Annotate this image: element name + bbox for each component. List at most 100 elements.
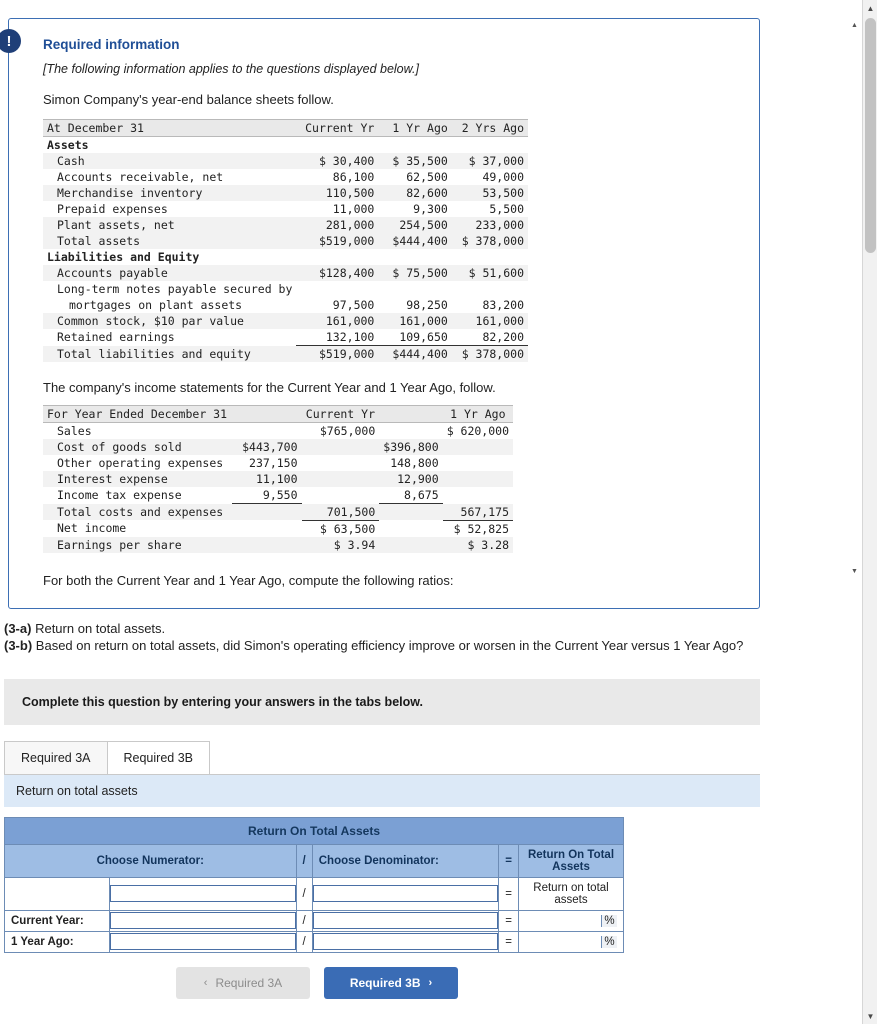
bs-row-v1: 161,000 <box>296 313 379 329</box>
scroll-up-icon[interactable]: ▲ <box>863 0 877 16</box>
scrollbar-thumb[interactable] <box>865 18 876 253</box>
header-return-on-total-assets: Return On Total Assets <box>518 843 624 878</box>
denominator-input-1-year-ago[interactable] <box>312 933 499 950</box>
bs-row-label: Total liabilities and equity <box>43 345 297 362</box>
is-row-a <box>232 536 302 553</box>
result-label-cell: Return on total assets <box>518 876 624 911</box>
table-row: Income tax expense 9,550 8,675 <box>43 487 513 504</box>
is-row-c: 12,900 <box>379 471 443 487</box>
bs-header-1: Current Yr <box>296 119 379 137</box>
numerator-input-1-year-ago[interactable] <box>110 933 296 950</box>
header-slash: / <box>295 843 313 878</box>
chevron-left-icon: ‹ <box>203 976 208 989</box>
result-cell-current-year[interactable]: % <box>518 909 624 932</box>
bs-row-v3: 5,500 <box>489 202 524 216</box>
answer-grid-wrapper: Return On Total Assets Choose Numerator:… <box>4 816 862 953</box>
bs-row-v3: 233,000 <box>451 217 528 233</box>
answer-table-subheader-row: / = Return on total assets <box>4 876 624 911</box>
numerator-input-current-year[interactable] <box>110 912 296 929</box>
result-cell-1-year-ago[interactable]: % <box>518 930 624 953</box>
is-header-2: 1 Yr Ago <box>442 405 513 423</box>
slash-cell-1-year-ago: / <box>295 930 313 953</box>
table-row: Merchandise inventory 110,500 82,600 53,… <box>43 185 528 201</box>
numerator-cell-1-year-ago[interactable] <box>109 930 297 953</box>
inner-panel-scrollbar[interactable]: ▲ ▼ <box>848 18 861 578</box>
is-row-d: $ 52,825 <box>453 521 509 536</box>
next-requirement-button[interactable]: Required 3B › <box>324 966 458 999</box>
is-row-c <box>379 503 443 520</box>
table-row: Earnings per share $ 3.94 $ 3.28 <box>43 536 513 553</box>
tab-required-3b[interactable]: Required 3B <box>106 740 210 774</box>
bs-row-v3 <box>452 137 528 154</box>
bs-row-v1: $519,000 <box>296 233 379 249</box>
bs-row-v3: 53,500 <box>451 185 528 201</box>
is-header-1: Current Yr <box>301 405 380 423</box>
bs-row-v2: 62,500 <box>406 170 448 184</box>
bs-row-label: Accounts payable <box>43 265 297 281</box>
inner-scroll-down-icon[interactable]: ▼ <box>848 564 861 578</box>
table-row: Cost of goods sold $443,700 $396,800 <box>43 439 513 455</box>
slash-cell-current-year: / <box>295 909 313 932</box>
bs-row-v1: $128,400 <box>296 265 379 281</box>
bs-row-label: Liabilities and Equity <box>47 250 200 264</box>
bs-row-v2: 82,600 <box>378 185 452 201</box>
bs-row-v3 <box>452 249 528 265</box>
balance-sheet-intro: Simon Company's year-end balance sheets … <box>43 92 334 107</box>
header-equals: = <box>498 843 519 878</box>
answer-table-title-row: Return On Total Assets <box>4 816 624 845</box>
required-information-subtitle: [The following information applies to th… <box>43 62 419 76</box>
is-row-c <box>379 520 442 537</box>
scroll-down-icon[interactable]: ▼ <box>863 1008 877 1024</box>
is-row-b: $ 3.94 <box>301 536 380 553</box>
is-row-b <box>302 487 380 504</box>
denominator-input-top[interactable] <box>312 885 499 902</box>
is-row-b <box>301 471 380 487</box>
table-row: Prepaid expenses 11,000 9,300 5,500 <box>43 201 528 217</box>
is-row-c <box>379 536 443 553</box>
bs-row-label: Assets <box>47 138 89 152</box>
required-information-title: Required information <box>43 37 180 52</box>
previous-requirement-button[interactable]: ‹ Required 3A <box>176 966 310 999</box>
numerator-input-top[interactable] <box>110 885 296 902</box>
bs-row-v2: $ 35,500 <box>378 153 452 169</box>
numerator-cell-current-year[interactable] <box>109 909 297 932</box>
is-row-a: $443,700 <box>232 439 302 455</box>
table-row: Assets <box>43 137 528 154</box>
denominator-input-current-year[interactable] <box>312 912 499 929</box>
inner-scroll-up-icon[interactable]: ▲ <box>848 18 861 32</box>
previous-requirement-label: Required 3A <box>215 975 283 990</box>
bs-row-v3: $ 37,000 <box>451 153 528 169</box>
table-row: Interest expense 11,100 12,900 <box>43 471 513 487</box>
bs-row-v2 <box>378 137 451 154</box>
page-content: ! Required information [The following in… <box>0 0 862 999</box>
header-choose-denominator: Choose Denominator: <box>311 843 500 878</box>
bs-row-v1: 97,500 <box>332 298 375 312</box>
table-row: Retained earnings 132,100 109,650 82,200 <box>43 329 528 346</box>
window-scrollbar[interactable]: ▲ ▼ <box>862 0 877 1024</box>
bs-row-v2: 98,250 <box>406 298 448 312</box>
bs-row-v2: 254,500 <box>378 217 452 233</box>
denominator-cell-current-year[interactable] <box>311 909 500 932</box>
table-row: Total assets $519,000 $444,400 $ 378,000 <box>43 233 528 249</box>
bs-row-v3: $ 378,000 <box>451 233 528 249</box>
is-row-a: 9,550 <box>232 487 302 504</box>
percent-sign-current-year: % <box>601 914 617 927</box>
bs-row-v2: $444,400 <box>378 233 452 249</box>
bs-row-label: Accounts receivable, net <box>57 170 224 184</box>
tab-subtitle-bar: Return on total assets <box>4 774 760 807</box>
denominator-dropdown-top[interactable] <box>311 876 500 911</box>
next-requirement-label: Required 3B <box>349 975 421 990</box>
table-row: Common stock, $10 par value 161,000 161,… <box>43 313 528 329</box>
bs-row-v2: 9,300 <box>413 202 448 216</box>
tab-required-3a[interactable]: Required 3A <box>4 740 108 774</box>
is-row-c: 8,675 <box>379 487 443 504</box>
is-row-c: $396,800 <box>379 439 443 455</box>
is-row-b: 701,500 <box>301 503 380 521</box>
denominator-cell-1-year-ago[interactable] <box>311 930 500 953</box>
is-row-b: $765,000 <box>319 424 376 438</box>
income-statement-intro: The company's income statements for the … <box>43 380 496 395</box>
bs-row-v3: 83,200 <box>482 298 524 312</box>
is-row-label: Interest expense <box>43 471 233 487</box>
numerator-dropdown-top[interactable] <box>109 876 297 911</box>
balance-sheet-table: At December 31 Current Yr 1 Yr Ago 2 Yrs… <box>43 119 528 362</box>
